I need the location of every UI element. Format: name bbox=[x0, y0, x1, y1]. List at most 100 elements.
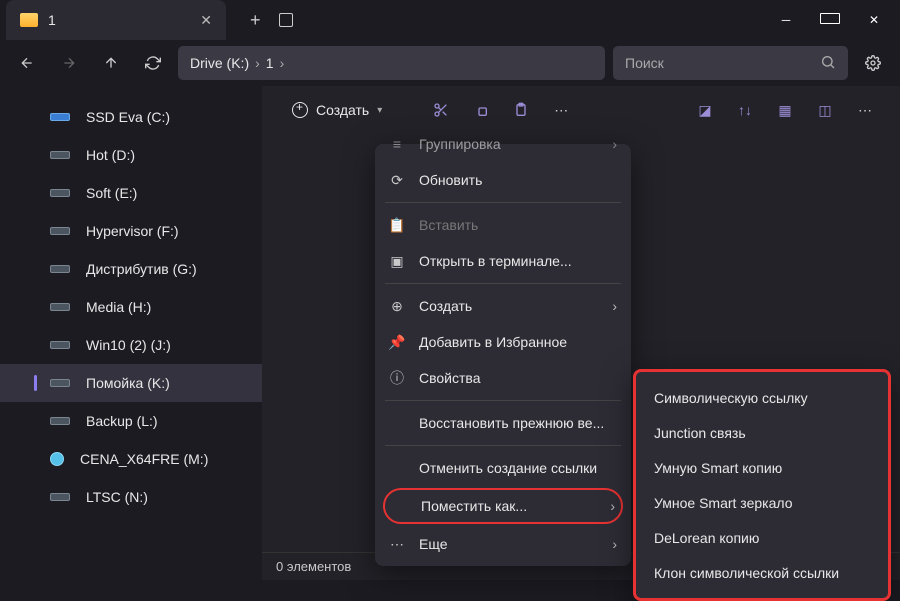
ctx-item-label: Обновить bbox=[419, 172, 482, 188]
tool-icon-1[interactable]: ◪ bbox=[688, 93, 722, 127]
refresh-button[interactable] bbox=[136, 46, 170, 80]
none-icon bbox=[389, 460, 405, 476]
ctx-item-8[interactable]: ⓘСвойства bbox=[375, 360, 631, 396]
copy-button[interactable] bbox=[464, 93, 498, 127]
none-icon bbox=[389, 415, 405, 431]
paste-button[interactable] bbox=[504, 93, 538, 127]
sidebar-item-5[interactable]: Media (H:) bbox=[0, 288, 262, 326]
drive-icon bbox=[50, 452, 64, 466]
cut-button[interactable] bbox=[424, 93, 458, 127]
new-icon: ⊕ bbox=[389, 298, 405, 314]
up-button[interactable] bbox=[94, 46, 128, 80]
view-button[interactable]: ▦ bbox=[768, 93, 802, 127]
ctx-item-3: 📋Вставить bbox=[375, 207, 631, 243]
ctx-item-label: Создать bbox=[419, 298, 472, 314]
breadcrumb-1[interactable]: 1 bbox=[266, 55, 274, 71]
sidebar-item-label: Помойка (K:) bbox=[86, 375, 170, 391]
submenu-item-3[interactable]: Умное Smart зеркало bbox=[636, 485, 888, 520]
details-button[interactable]: ◫ bbox=[808, 93, 842, 127]
drive-icon bbox=[50, 151, 70, 159]
drive-icon bbox=[50, 379, 70, 387]
sidebar-item-label: Soft (E:) bbox=[86, 185, 137, 201]
submenu-item-2[interactable]: Умную Smart копию bbox=[636, 450, 888, 485]
separator bbox=[385, 400, 621, 401]
submenu-item-0[interactable]: Символическую ссылку bbox=[636, 380, 888, 415]
terminal-icon: ▣ bbox=[389, 253, 405, 269]
ctx-item-10[interactable]: Восстановить прежнюю ве... bbox=[375, 405, 631, 441]
new-menu[interactable]: Создать ▾ bbox=[280, 96, 394, 124]
sidebar-item-7[interactable]: Помойка (K:) bbox=[0, 364, 262, 402]
sidebar-item-2[interactable]: Soft (E:) bbox=[0, 174, 262, 212]
ctx-item-0[interactable]: ≡Группировка› bbox=[375, 126, 631, 162]
sort-button[interactable]: ↑↓ bbox=[728, 93, 762, 127]
more-button[interactable]: ⋯ bbox=[544, 93, 578, 127]
sidebar-item-label: Media (H:) bbox=[86, 299, 151, 315]
drive-icon bbox=[50, 341, 70, 349]
ctx-item-label: Открыть в терминале... bbox=[419, 253, 572, 269]
drive-icon bbox=[50, 265, 70, 273]
submenu-item-5[interactable]: Клон символической ссылки bbox=[636, 555, 888, 590]
drive-icon bbox=[50, 303, 70, 311]
none-icon bbox=[391, 498, 407, 514]
ctx-item-7[interactable]: 📌Добавить в Избранное bbox=[375, 324, 631, 360]
overflow-button[interactable]: ⋯ bbox=[848, 93, 882, 127]
separator bbox=[385, 283, 621, 284]
new-window-button[interactable] bbox=[279, 13, 293, 27]
sidebar-item-9[interactable]: CENA_X64FRE (M:) bbox=[0, 440, 262, 478]
submenu-item-4[interactable]: DeLorean копию bbox=[636, 520, 888, 555]
refresh-icon: ⟳ bbox=[389, 172, 405, 188]
sidebar-item-10[interactable]: LTSC (N:) bbox=[0, 478, 262, 516]
drive-icon bbox=[50, 493, 70, 501]
ctx-item-label: Группировка bbox=[419, 136, 501, 152]
plus-circle-icon bbox=[292, 102, 308, 118]
new-tab-button[interactable]: + bbox=[250, 10, 261, 31]
ctx-item-14[interactable]: ⋯Еще› bbox=[375, 526, 631, 562]
ctx-item-1[interactable]: ⟳ Обновить bbox=[375, 162, 631, 198]
minimize-button[interactable]: ─ bbox=[776, 13, 796, 27]
chevron-right-icon: › bbox=[280, 55, 285, 71]
submenu: Символическую ссылку Junction связь Умную … bbox=[633, 369, 891, 601]
submenu-item-label: Символическую ссылку bbox=[654, 390, 808, 406]
separator bbox=[385, 445, 621, 446]
ctx-item-6[interactable]: ⊕Создать› bbox=[375, 288, 631, 324]
sidebar-item-label: Hot (D:) bbox=[86, 147, 135, 163]
settings-button[interactable] bbox=[856, 46, 890, 80]
sidebar-item-3[interactable]: Hypervisor (F:) bbox=[0, 212, 262, 250]
sidebar-item-label: LTSC (N:) bbox=[86, 489, 148, 505]
sidebar-item-6[interactable]: Win10 (2) (J:) bbox=[0, 326, 262, 364]
ctx-item-label: Восстановить прежнюю ве... bbox=[419, 415, 604, 431]
ctx-item-label: Добавить в Избранное bbox=[419, 334, 567, 350]
submenu-item-1[interactable]: Junction связь bbox=[636, 415, 888, 450]
address-bar[interactable]: Drive (K:) › 1 › bbox=[178, 46, 605, 80]
drive-icon bbox=[50, 189, 70, 197]
ctx-item-4[interactable]: ▣ Открыть в терминале... bbox=[375, 243, 631, 279]
chevron-right-icon: › bbox=[610, 498, 615, 514]
submenu-item-label: Умную Smart копию bbox=[654, 460, 782, 476]
forward-button[interactable] bbox=[52, 46, 86, 80]
item-count: 0 элементов bbox=[276, 559, 351, 574]
new-label: Создать bbox=[316, 102, 369, 118]
search-placeholder: Поиск bbox=[625, 55, 664, 71]
sidebar-item-1[interactable]: Hot (D:) bbox=[0, 136, 262, 174]
breadcrumb-0[interactable]: Drive (K:) bbox=[190, 55, 249, 71]
sidebar-item-label: Win10 (2) (J:) bbox=[86, 337, 171, 353]
ctx-item-12[interactable]: Отменить создание ссылки bbox=[375, 450, 631, 486]
sidebar-item-0[interactable]: SSD Eva (C:) bbox=[0, 98, 262, 136]
submenu-item-label: Клон символической ссылки bbox=[654, 565, 839, 581]
sidebar-item-8[interactable]: Backup (L:) bbox=[0, 402, 262, 440]
back-button[interactable] bbox=[10, 46, 44, 80]
drive-icon bbox=[50, 417, 70, 425]
submenu-item-label: DeLorean копию bbox=[654, 530, 759, 546]
maximize-button[interactable] bbox=[820, 13, 840, 27]
drive-icon bbox=[50, 227, 70, 235]
sidebar: SSD Eva (C:) Hot (D:) Soft (E:) Hypervisor … bbox=[0, 86, 262, 580]
sidebar-item-4[interactable]: Дистрибутив (G:) bbox=[0, 250, 262, 288]
close-button[interactable]: ✕ bbox=[864, 13, 884, 27]
ctx-item-label: Поместить как... bbox=[421, 498, 527, 514]
search-input[interactable]: Поиск bbox=[613, 46, 848, 80]
tab[interactable]: 1 ✕ bbox=[6, 0, 226, 40]
submenu-item-label: Junction связь bbox=[654, 425, 746, 441]
ctx-item-13[interactable]: Поместить как... › bbox=[383, 488, 623, 524]
close-tab-icon[interactable]: ✕ bbox=[200, 12, 212, 29]
paste-icon: 📋 bbox=[389, 217, 405, 233]
